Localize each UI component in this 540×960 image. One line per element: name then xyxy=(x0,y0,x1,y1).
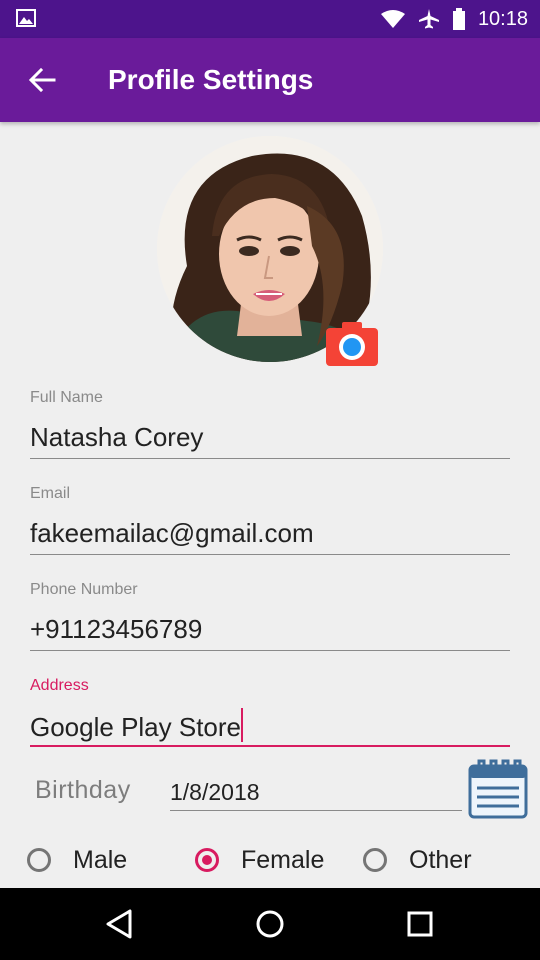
address-underline xyxy=(30,745,510,747)
text-caret xyxy=(241,708,244,742)
system-nav-bar xyxy=(0,888,540,960)
email-label: Email xyxy=(30,485,71,502)
radio-unchecked-icon xyxy=(27,848,51,872)
phone-label: Phone Number xyxy=(30,581,138,598)
page-title: Profile Settings xyxy=(108,64,314,95)
birthday-label: Birthday xyxy=(35,776,131,804)
camera-icon[interactable] xyxy=(326,320,378,366)
recents-square-icon[interactable] xyxy=(404,908,436,940)
gender-radio-other[interactable]: Other xyxy=(363,842,472,878)
battery-icon xyxy=(452,8,465,30)
gender-radio-male[interactable]: Male xyxy=(27,842,127,878)
gender-label-other: Other xyxy=(409,845,472,874)
gender-label-male: Male xyxy=(73,845,128,874)
birthday-underline xyxy=(170,810,462,811)
email-underline xyxy=(30,554,510,555)
address-value: Google Play Store xyxy=(30,712,242,742)
arrow-back-icon[interactable] xyxy=(28,66,56,94)
full-name-underline xyxy=(30,458,510,459)
calendar-icon[interactable] xyxy=(467,758,529,820)
app-bar: Profile Settings xyxy=(0,38,540,122)
radio-checked-icon xyxy=(195,848,219,872)
status-time: 10:18 xyxy=(477,7,528,30)
radio-unchecked-icon xyxy=(363,848,387,872)
back-triangle-icon[interactable] xyxy=(104,908,136,940)
wifi-icon xyxy=(380,10,405,28)
full-name-input[interactable]: Natasha Corey xyxy=(30,422,203,453)
airplane-icon xyxy=(418,9,439,29)
home-circle-icon[interactable] xyxy=(254,908,286,940)
address-input[interactable]: Google Play Store xyxy=(30,708,244,743)
status-bar: 10:18 xyxy=(0,0,540,38)
gender-label-female: Female xyxy=(241,845,325,874)
email-input[interactable]: fakeemailac@gmail.com xyxy=(30,518,314,549)
profile-photo-container xyxy=(157,136,383,366)
phone-input[interactable]: +91123456789 xyxy=(30,614,202,645)
image-icon xyxy=(16,9,36,27)
address-label: Address xyxy=(30,677,89,694)
phone-underline xyxy=(30,650,510,651)
birthday-input[interactable]: 1/8/2018 xyxy=(170,779,260,806)
full-name-label: Full Name xyxy=(30,389,103,406)
gender-radio-female[interactable]: Female xyxy=(195,842,324,878)
